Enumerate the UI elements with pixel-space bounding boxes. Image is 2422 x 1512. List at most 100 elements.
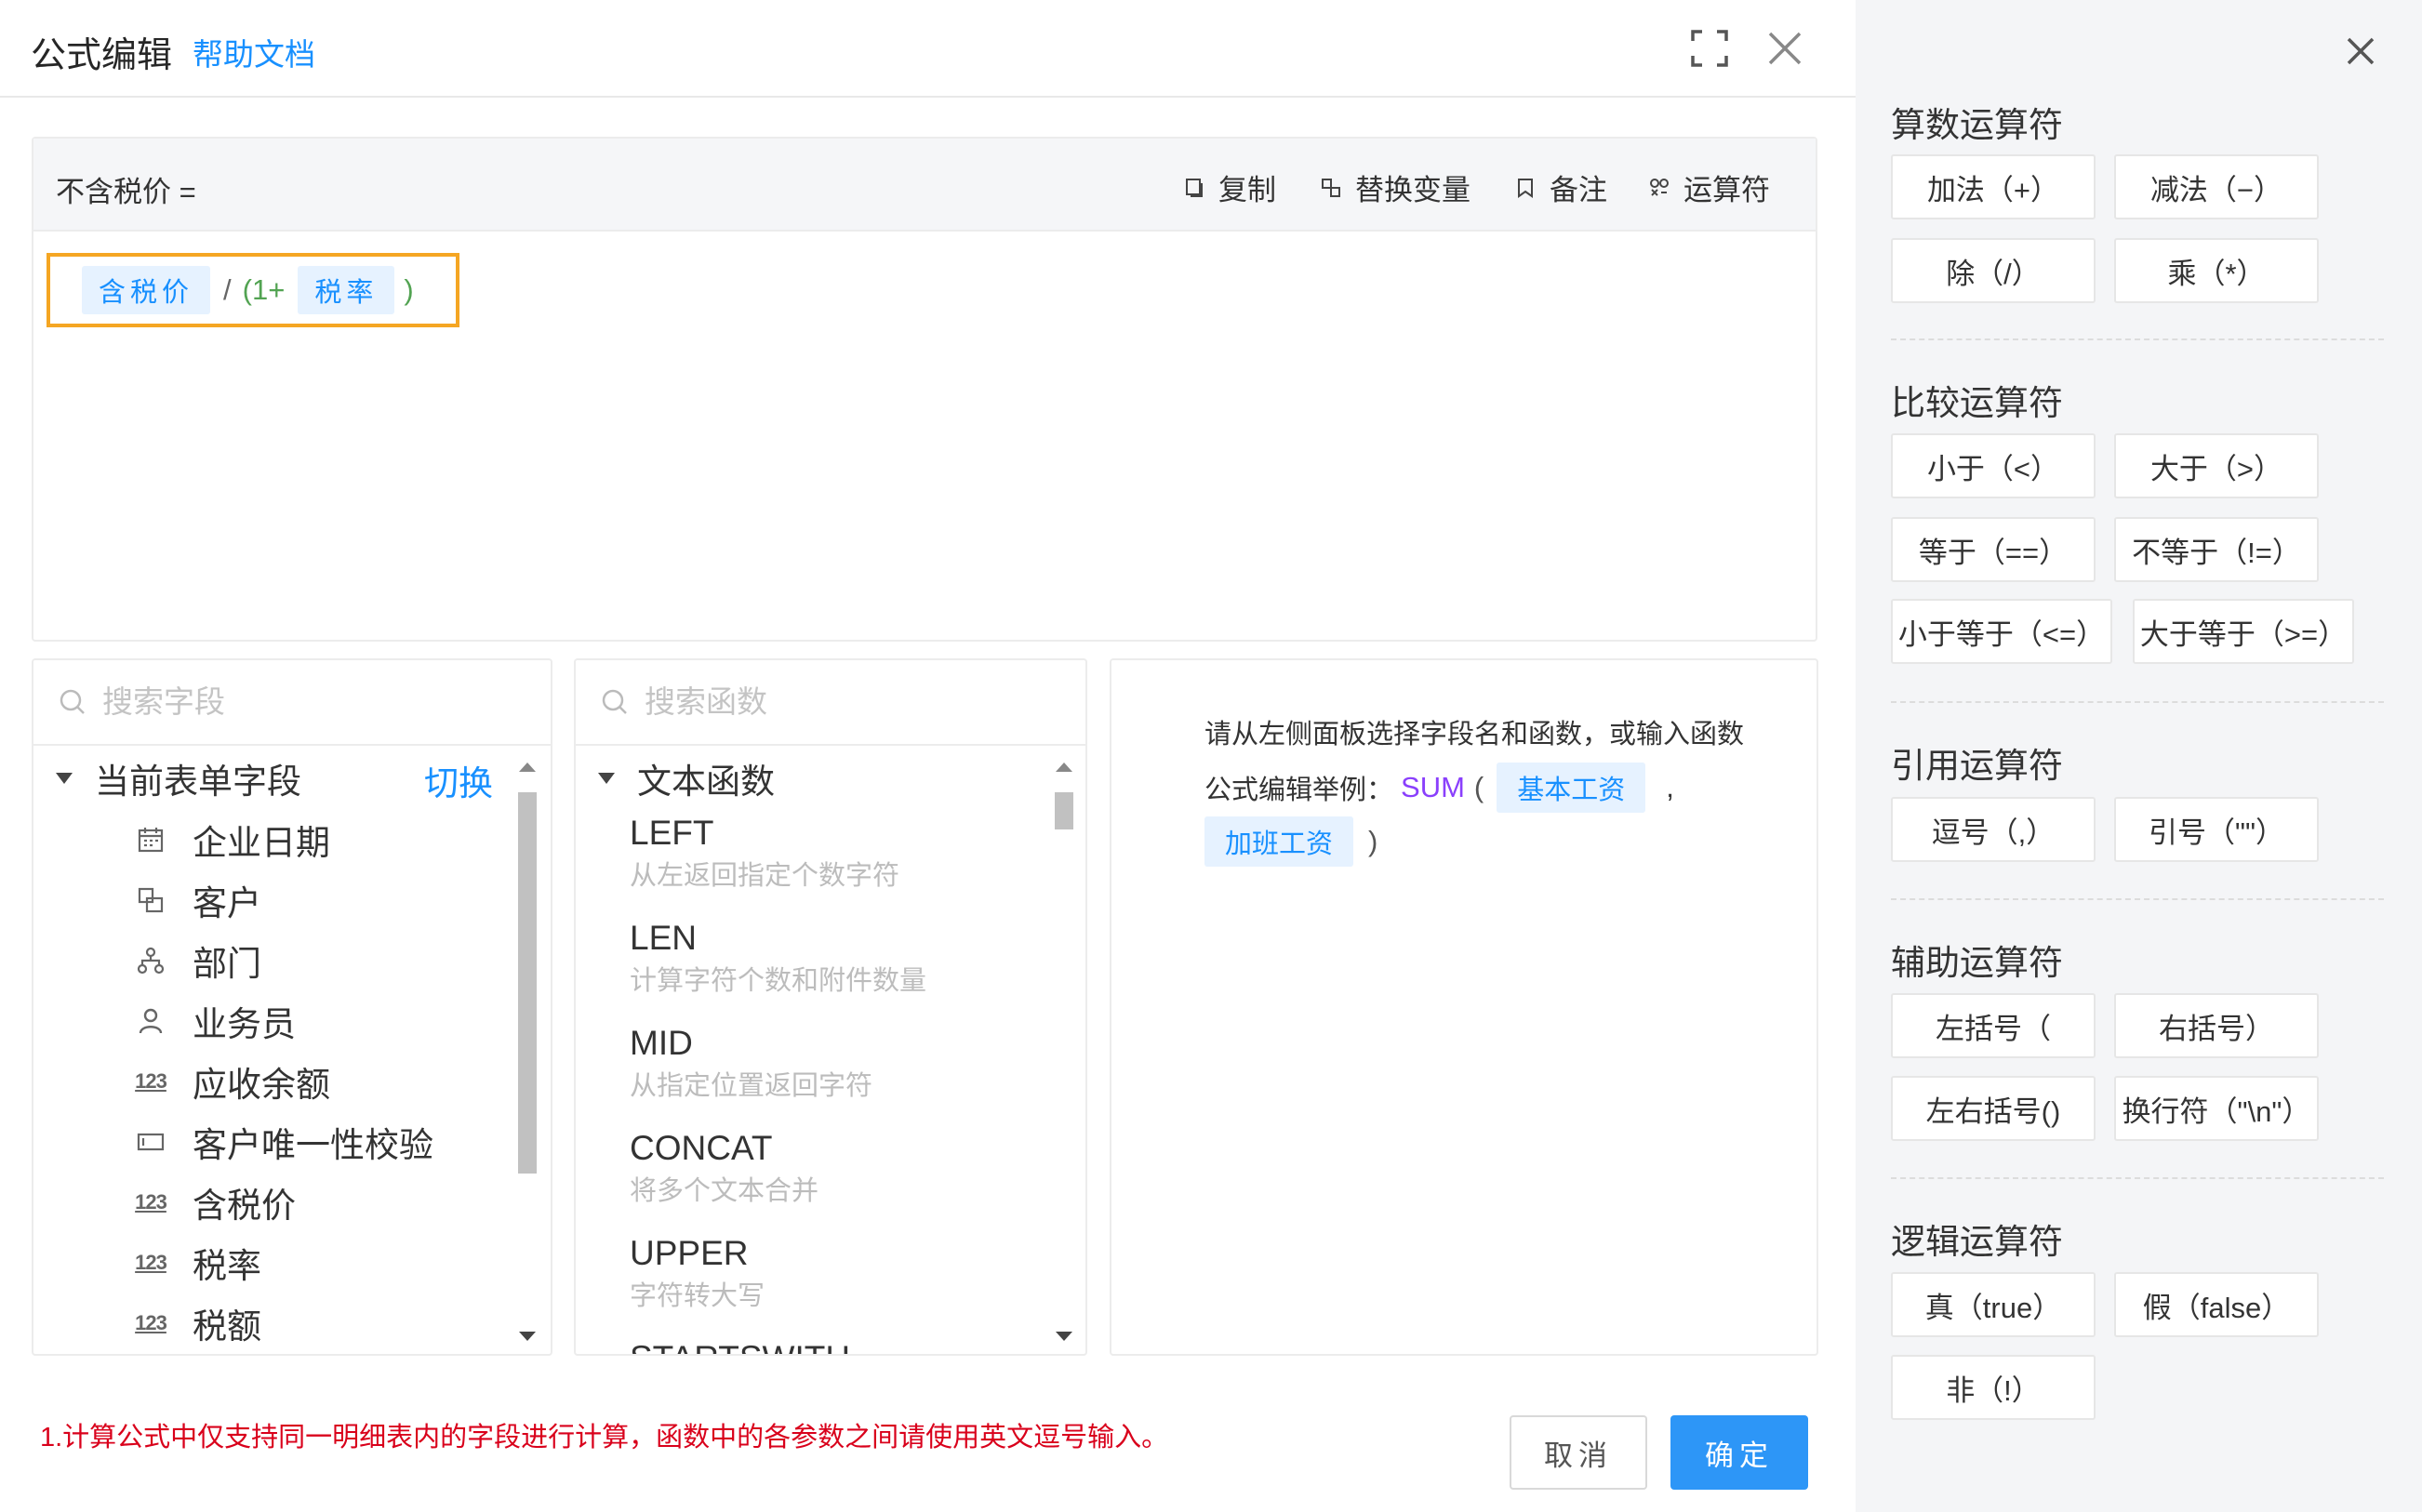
function-name: MID: [630, 1024, 693, 1062]
operator-multiply-button[interactable]: 乘（*）: [2114, 238, 2319, 303]
operator-divide-button[interactable]: 除（/）: [1891, 238, 2096, 303]
formula-editor[interactable]: 不含税价 = 复制 替换变量 备注 运算符 含税价 / (1+ 税率): [32, 137, 1817, 642]
field-item[interactable]: 123 税额: [33, 1293, 508, 1353]
function-list: LEFT 从左返回指定个数字符 LEN 计算字符个数和附件数量 MID 从指定位…: [576, 809, 1041, 1354]
function-item[interactable]: MID 从指定位置返回字符: [576, 1019, 1041, 1124]
functions-scrollbar[interactable]: [1052, 753, 1076, 1354]
fields-scrollbar[interactable]: [515, 753, 539, 1354]
operator-true-button[interactable]: 真（true）: [1891, 1272, 2096, 1337]
operator-greater-equal-button[interactable]: 大于等于（>=）: [2133, 599, 2354, 664]
help-docs-link[interactable]: 帮助文档: [193, 30, 315, 74]
field-list: 企业日期 客户 部门 业务员 123 应收余额 客户唯一性校验 123 含税价 …: [33, 809, 508, 1353]
function-item[interactable]: UPPER 字符转大写: [576, 1229, 1041, 1334]
textbox-icon: [131, 1125, 170, 1159]
fullscreen-icon[interactable]: [1685, 24, 1734, 73]
operators-panel: 算数运算符 加法（+） 减法（−） 除（/） 乘（*） 比较运算符 小于（<） …: [1856, 0, 2422, 1512]
field-item[interactable]: 123 税率: [33, 1232, 508, 1293]
target-field-label: 不含税价 =: [56, 176, 196, 208]
function-item[interactable]: CONCAT 将多个文本合并: [576, 1124, 1041, 1229]
operator-left-paren-button[interactable]: 左括号（: [1891, 993, 2096, 1058]
logical-operators-title: 逻辑运算符: [1891, 1223, 2063, 1261]
arithmetic-operators-title: 算数运算符: [1891, 106, 2063, 144]
example-field-tag: 加班工资: [1204, 816, 1354, 867]
field-group-header[interactable]: 当前表单字段: [56, 753, 301, 803]
operator-subtract-button[interactable]: 减法（−）: [2114, 154, 2319, 219]
copy-button[interactable]: 复制: [1183, 166, 1276, 208]
operator-false-button[interactable]: 假（false）: [2114, 1272, 2319, 1337]
user-icon: [131, 1004, 170, 1038]
field-item-label: 含税价: [193, 1186, 296, 1225]
field-item[interactable]: 业务员: [33, 990, 508, 1051]
operator-right-paren-button[interactable]: 右括号）: [2114, 993, 2319, 1058]
operator-newline-button[interactable]: 换行符（"\n"）: [2114, 1076, 2319, 1141]
operators-icon: [1650, 178, 1669, 196]
field-item[interactable]: 客户唯一性校验: [33, 1111, 508, 1172]
formula-operator: /: [223, 273, 232, 306]
replace-icon: [1322, 178, 1340, 197]
scroll-up-arrow-icon[interactable]: [1056, 763, 1072, 772]
function-search: [576, 660, 1085, 746]
number-icon: 123: [135, 1189, 167, 1214]
cancel-button[interactable]: 取消: [1510, 1415, 1647, 1490]
close-icon[interactable]: [1761, 24, 1809, 73]
scroll-down-arrow-icon[interactable]: [519, 1332, 536, 1341]
field-item-label: 客户: [193, 883, 261, 922]
operator-not-equal-button[interactable]: 不等于（!=）: [2114, 517, 2319, 582]
switch-form-link[interactable]: 切换: [424, 755, 493, 805]
function-group-header[interactable]: 文本函数: [598, 753, 775, 803]
example-label: 公式编辑举例：: [1204, 776, 1394, 805]
formula-editor-dialog: 公式编辑 帮助文档 不含税价 = 复制 替换变量 备注 运算符 含税价 / (1…: [0, 0, 1856, 1512]
confirm-button[interactable]: 确定: [1670, 1415, 1808, 1490]
scroll-down-arrow-icon[interactable]: [1056, 1332, 1072, 1341]
operator-less-equal-button[interactable]: 小于等于（<=）: [1891, 599, 2112, 664]
function-description: 从指定位置返回字符: [630, 1071, 873, 1101]
calendar-icon: [131, 823, 170, 856]
function-item[interactable]: STARTSWITH: [576, 1334, 1041, 1354]
operator-equal-button[interactable]: 等于（==）: [1891, 517, 2096, 582]
formula-field-tag[interactable]: 含税价: [82, 266, 211, 314]
reference-operators-title: 引用运算符: [1891, 747, 2063, 785]
note-label: 备注: [1550, 174, 1607, 206]
field-item-label: 业务员: [193, 1004, 296, 1043]
scrollbar-thumb[interactable]: [1055, 792, 1073, 829]
example-line-continued: 加班工资 ): [1204, 816, 1391, 867]
number-icon: 123: [135, 1310, 167, 1334]
close-icon[interactable]: [2339, 30, 2382, 73]
field-search-input[interactable]: [102, 684, 497, 720]
replace-variable-button[interactable]: 替换变量: [1320, 166, 1470, 208]
operators-button[interactable]: 运算符: [1648, 166, 1770, 208]
operator-both-parens-button[interactable]: 左右括号(): [1891, 1076, 2096, 1141]
formula-operator: ): [404, 273, 414, 306]
scroll-up-arrow-icon[interactable]: [519, 763, 536, 772]
section-divider: [1891, 701, 2384, 703]
example-line: 公式编辑举例： SUM ( 基本工资 ,: [1204, 763, 1674, 813]
example-comma: ,: [1666, 771, 1674, 803]
function-item[interactable]: LEN 计算字符个数和附件数量: [576, 914, 1041, 1019]
formula-expression[interactable]: 含税价 / (1+ 税率 ): [47, 253, 459, 327]
field-item[interactable]: 客户: [33, 869, 508, 930]
operator-not-button[interactable]: 非（!）: [1891, 1355, 2096, 1420]
field-item-label: 企业日期: [193, 823, 330, 862]
section-divider: [1891, 898, 2384, 900]
footer-note: 1.计算公式中仅支持同一明细表内的字段进行计算，函数中的各参数之间请使用英文逗号…: [40, 1423, 1169, 1452]
field-item[interactable]: 123 应收余额: [33, 1051, 508, 1111]
function-group-label: 文本函数: [637, 763, 775, 801]
field-item[interactable]: 企业日期: [33, 809, 508, 869]
dialog-header: 公式编辑 帮助文档: [0, 0, 1856, 98]
note-button[interactable]: 备注: [1514, 166, 1607, 208]
formula-field-tag[interactable]: 税率: [298, 266, 395, 314]
function-name: LEFT: [630, 814, 714, 852]
number-icon: 123: [135, 1068, 167, 1093]
example-function-name: SUM: [1401, 771, 1465, 803]
operator-greater-than-button[interactable]: 大于（>）: [2114, 433, 2319, 498]
function-item[interactable]: LEFT 从左返回指定个数字符: [576, 809, 1041, 914]
field-item[interactable]: 123 含税价: [33, 1172, 508, 1232]
comparison-operators-title: 比较运算符: [1891, 384, 2063, 422]
field-item[interactable]: 部门: [33, 930, 508, 990]
scrollbar-thumb[interactable]: [518, 792, 537, 1174]
operator-add-button[interactable]: 加法（+）: [1891, 154, 2096, 219]
function-search-input[interactable]: [645, 684, 1033, 720]
operator-quote-button[interactable]: 引号（""）: [2114, 797, 2319, 862]
operator-comma-button[interactable]: 逗号（,）: [1891, 797, 2096, 862]
operator-less-than-button[interactable]: 小于（<）: [1891, 433, 2096, 498]
